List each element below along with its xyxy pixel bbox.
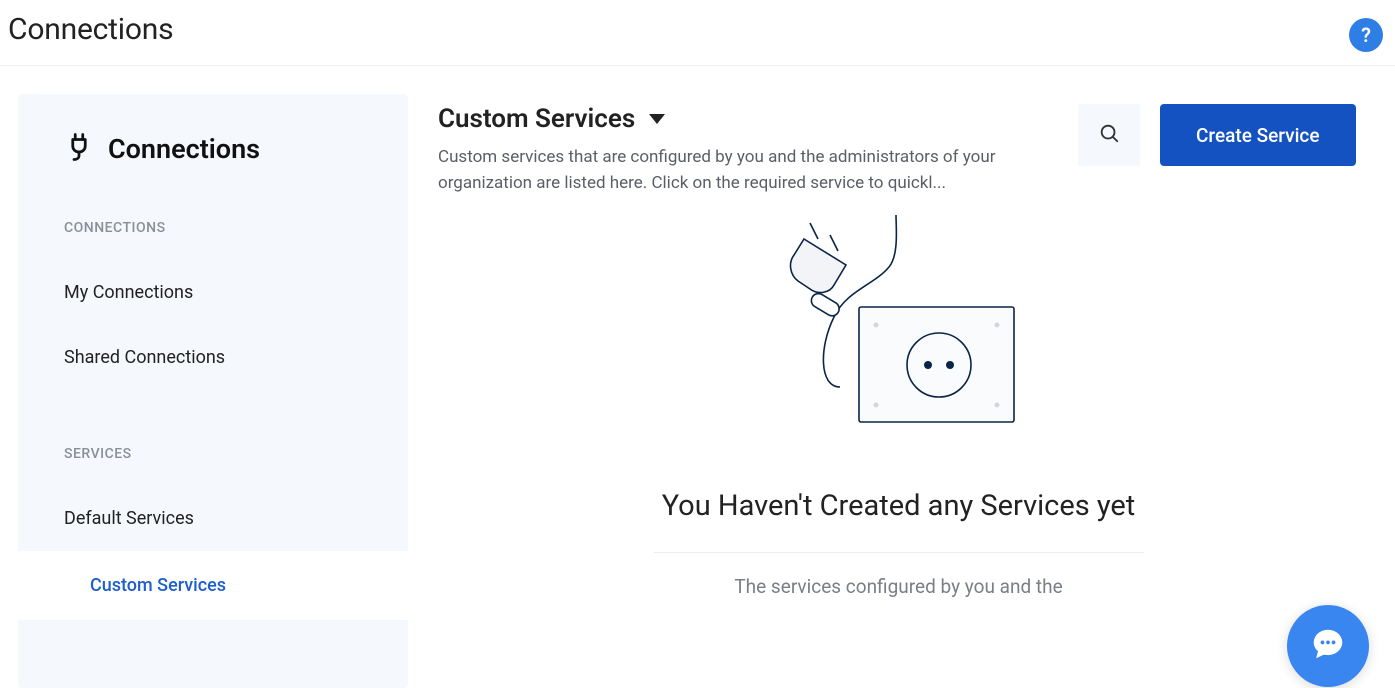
heading-dropdown[interactable]: Custom Services bbox=[438, 104, 1058, 134]
empty-state-title: You Haven't Created any Services yet bbox=[662, 479, 1136, 534]
help-icon: ? bbox=[1361, 23, 1371, 47]
search-icon bbox=[1098, 122, 1120, 148]
main-description: Custom services that are configured by y… bbox=[438, 144, 1058, 197]
section-label-connections: CONNECTIONS bbox=[18, 220, 408, 236]
main-heading: Custom Services bbox=[438, 104, 635, 134]
empty-state-subtitle: The services configured by you and the bbox=[734, 575, 1062, 598]
sidebar-item-shared-connections[interactable]: Shared Connections bbox=[18, 325, 408, 390]
divider bbox=[654, 552, 1144, 553]
create-service-label: Create Service bbox=[1196, 124, 1320, 147]
main-content: Custom Services Custom services that are… bbox=[408, 94, 1395, 688]
sidebar-item-my-connections[interactable]: My Connections bbox=[18, 260, 408, 325]
search-button[interactable] bbox=[1078, 104, 1140, 166]
sidebar-title: Connections bbox=[18, 132, 408, 166]
plug-icon bbox=[64, 132, 94, 166]
page-header: Connections ? bbox=[0, 0, 1395, 66]
page-title: Connections bbox=[8, 12, 1395, 47]
sidebar-item-default-services[interactable]: Default Services bbox=[18, 486, 408, 551]
empty-state: You Haven't Created any Services yet The… bbox=[438, 207, 1359, 598]
caret-down-icon bbox=[649, 114, 665, 124]
sidebar-item-custom-services[interactable]: Custom Services bbox=[18, 551, 408, 620]
empty-state-illustration bbox=[774, 207, 1024, 451]
chat-button[interactable] bbox=[1287, 605, 1369, 687]
create-service-button[interactable]: Create Service bbox=[1160, 104, 1356, 166]
help-button[interactable]: ? bbox=[1349, 18, 1383, 52]
main-header: Custom Services Custom services that are… bbox=[438, 104, 1359, 197]
chat-icon bbox=[1309, 625, 1347, 667]
section-label-services: SERVICES bbox=[18, 446, 408, 462]
sidebar: Connections CONNECTIONS My Connections S… bbox=[18, 94, 408, 688]
sidebar-title-text: Connections bbox=[108, 133, 260, 165]
